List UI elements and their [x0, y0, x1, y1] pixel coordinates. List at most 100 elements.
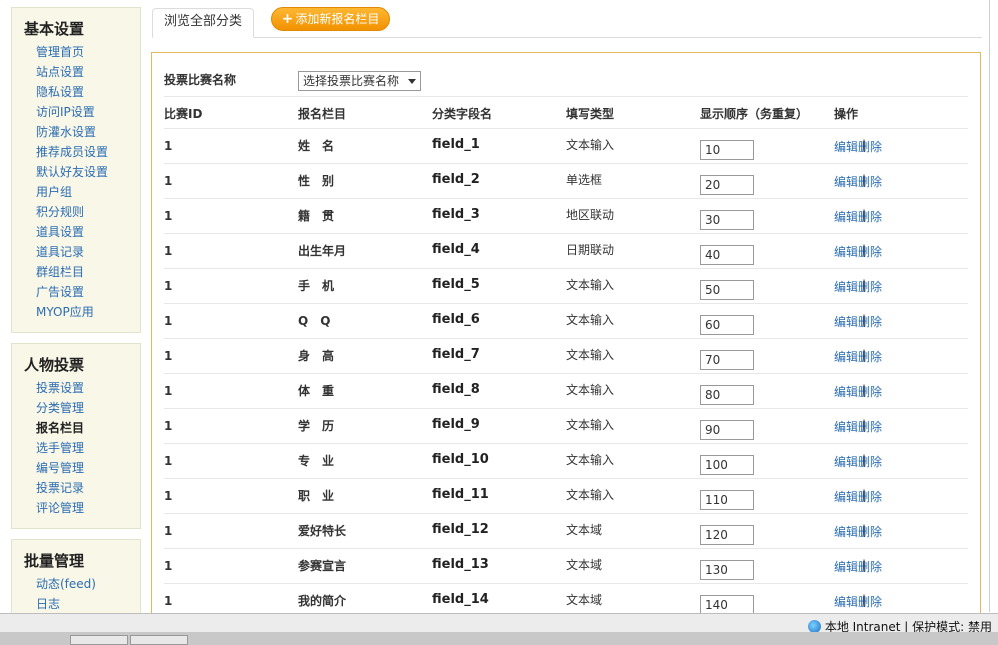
sidebar-item[interactable]: 积分规则: [12, 202, 140, 222]
cell-actions: 编辑 | 删除: [834, 488, 882, 505]
cell-contest-id: 1: [164, 524, 173, 538]
sidebar-item[interactable]: 广告设置: [12, 282, 140, 302]
display-order-input[interactable]: 110: [700, 490, 754, 510]
sidebar-item[interactable]: 编号管理: [12, 458, 140, 478]
sidebar-item[interactable]: 用户组: [12, 182, 140, 202]
table-row: 1Q Qfield_6 文本输入 60 编辑 | 删除: [164, 304, 968, 339]
cell-field-key: field_14: [432, 592, 489, 607]
content-panel: 投票比赛名称 选择投票比赛名称 比赛ID 报名栏目 分类字段名 填写类型 显示顺…: [151, 52, 981, 622]
display-order-input[interactable]: 50: [700, 280, 754, 300]
cell-field-key: field_5: [432, 277, 480, 292]
edit-link[interactable]: 编辑: [834, 140, 858, 154]
edit-link[interactable]: 编辑: [834, 595, 858, 609]
cell-contest-id: 1: [164, 559, 173, 573]
action-separator: |: [862, 558, 867, 572]
edit-link[interactable]: 编辑: [834, 315, 858, 329]
cell-actions: 编辑 | 删除: [834, 313, 882, 330]
table-row: 1体 重 field_8 文本输入 80 编辑 | 删除: [164, 374, 968, 409]
edit-link[interactable]: 编辑: [834, 175, 858, 189]
tab-browse-all[interactable]: 浏览全部分类: [152, 8, 254, 38]
action-separator: |: [862, 383, 867, 397]
cell-field-name: 体 重: [298, 384, 335, 398]
sidebar-item[interactable]: 道具记录: [12, 242, 140, 262]
edit-link[interactable]: 编辑: [834, 420, 858, 434]
cell-contest-id: 1: [164, 489, 173, 503]
taskbar-button[interactable]: [70, 635, 128, 645]
action-separator: |: [862, 243, 867, 257]
table-row: 1手 机 field_5 文本输入 50 编辑 | 删除: [164, 269, 968, 304]
edit-link[interactable]: 编辑: [834, 245, 858, 259]
taskbar-button[interactable]: [130, 635, 188, 645]
sidebar-item[interactable]: 推荐成员设置: [12, 142, 140, 162]
cell-contest-id: 1: [164, 454, 173, 468]
sidebar-item[interactable]: 动态(feed): [12, 574, 140, 594]
cell-field-name: 职 业: [298, 489, 335, 503]
cell-field-name: 学 历: [298, 419, 335, 433]
display-order-input[interactable]: 60: [700, 315, 754, 335]
display-order-input[interactable]: 90: [700, 420, 754, 440]
display-order-input[interactable]: 140: [700, 595, 754, 615]
display-order-input[interactable]: 20: [700, 175, 754, 195]
sidebar-section-title: 人物投票: [24, 356, 85, 374]
display-order-input[interactable]: 30: [700, 210, 754, 230]
sidebar-item[interactable]: 投票记录: [12, 478, 140, 498]
sidebar-items: 投票设置 分类管理 报名栏目 选手管理 编号管理 投票记录 评论管理: [12, 378, 140, 518]
add-field-label: 添加新报名栏目: [295, 12, 380, 26]
table-row: 1 爱好特长 field_12 文本域 120 编辑 | 删除: [164, 514, 968, 549]
edit-link[interactable]: 编辑: [834, 280, 858, 294]
sidebar-item[interactable]: 管理首页: [12, 42, 140, 62]
display-order-input[interactable]: 120: [700, 525, 754, 545]
edit-link[interactable]: 编辑: [834, 350, 858, 364]
table-row: 1学 历 field_9 文本输入 90 编辑 | 删除: [164, 409, 968, 444]
sidebar-item[interactable]: 分类管理: [12, 398, 140, 418]
cell-field-name: 手 机: [298, 279, 335, 293]
cell-field-name: Q Q: [298, 314, 331, 328]
edit-link[interactable]: 编辑: [834, 210, 858, 224]
sidebar-item[interactable]: 报名栏目: [12, 418, 140, 438]
cell-field-key: field_6: [432, 312, 480, 327]
add-field-button[interactable]: + 添加新报名栏目: [271, 7, 390, 31]
sidebar-item[interactable]: 日志: [12, 594, 140, 614]
cell-actions: 编辑 | 删除: [834, 208, 882, 225]
table-row: 1 出生年月 field_4 日期联动 40 编辑 | 删除: [164, 234, 968, 269]
sidebar-item[interactable]: 防灌水设置: [12, 122, 140, 142]
cell-actions: 编辑 | 删除: [834, 593, 882, 610]
edit-link[interactable]: 编辑: [834, 490, 858, 504]
edit-link[interactable]: 编辑: [834, 385, 858, 399]
sidebar: 基本设置 管理首页 站点设置 隐私设置 访问IP设置 防灌水设置 推荐成员设置 默认好友设置…: [0, 0, 150, 619]
cell-input-type: 文本输入: [566, 348, 615, 362]
cell-input-type: 文本输入: [566, 383, 615, 397]
cell-field-name: 身 高: [298, 349, 335, 363]
cell-input-type: 文本域: [566, 593, 603, 607]
sidebar-item[interactable]: 道具设置: [12, 222, 140, 242]
sidebar-section-title: 基本设置: [24, 20, 85, 38]
display-order-input[interactable]: 80: [700, 385, 754, 405]
sidebar-item[interactable]: 访问IP设置: [12, 102, 140, 122]
sidebar-item[interactable]: 评论管理: [12, 498, 140, 518]
edit-link[interactable]: 编辑: [834, 455, 858, 469]
cell-contest-id: 1: [164, 244, 173, 258]
sidebar-item[interactable]: 默认好友设置: [12, 162, 140, 182]
display-order-input[interactable]: 70: [700, 350, 754, 370]
contest-select[interactable]: 选择投票比赛名称: [298, 71, 421, 91]
action-separator: |: [862, 313, 867, 327]
display-order-input[interactable]: 100: [700, 455, 754, 475]
cell-input-type: 文本域: [566, 558, 603, 572]
sidebar-item[interactable]: 选手管理: [12, 438, 140, 458]
sidebar-item[interactable]: 站点设置: [12, 62, 140, 82]
chevron-down-icon: [408, 79, 416, 84]
cell-contest-id: 1: [164, 419, 173, 433]
sidebar-item[interactable]: 群组栏目: [12, 262, 140, 282]
cell-actions: 编辑 | 删除: [834, 418, 882, 435]
sidebar-item[interactable]: MYOP应用: [12, 302, 140, 322]
edit-link[interactable]: 编辑: [834, 525, 858, 539]
action-separator: |: [862, 138, 867, 152]
display-order-input[interactable]: 130: [700, 560, 754, 580]
sidebar-items: 管理首页 站点设置 隐私设置 访问IP设置 防灌水设置 推荐成员设置 默认好友设置 用户组 积分…: [12, 42, 140, 322]
sidebar-item[interactable]: 隐私设置: [12, 82, 140, 102]
display-order-input[interactable]: 10: [700, 140, 754, 160]
edit-link[interactable]: 编辑: [834, 560, 858, 574]
cell-actions: 编辑 | 删除: [834, 138, 882, 155]
display-order-input[interactable]: 40: [700, 245, 754, 265]
sidebar-item[interactable]: 投票设置: [12, 378, 140, 398]
